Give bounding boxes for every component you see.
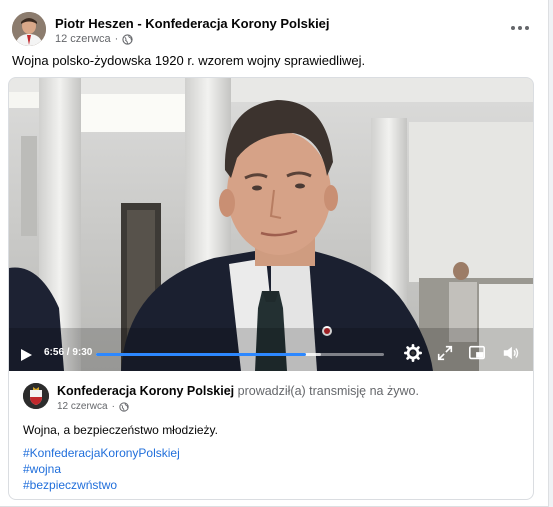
shared-date[interactable]: 12 czerwca [57, 401, 108, 412]
shared-meta: 12 czerwca · [57, 401, 129, 412]
shared-post-info: Konfederacja Korony Polskiej prowadził(a… [9, 371, 533, 499]
author-photo [12, 12, 46, 46]
post-date[interactable]: 12 czerwca [55, 33, 111, 45]
shared-live-post: 6:56 / 9:30 Konfederacja Korony Polskiej… [8, 77, 534, 500]
post-card: Piotr Heszen - Konfederacja Korony Polsk… [0, 0, 549, 507]
meta-separator: · [111, 401, 115, 412]
page-avatar[interactable] [23, 383, 49, 409]
shared-description: Wojna, a bezpieczeństwo młodzieży. [23, 423, 218, 437]
page-logo [23, 383, 49, 409]
video-time: 6:56 / 9:30 [44, 347, 93, 358]
dot [525, 26, 529, 30]
globe-icon [122, 33, 133, 45]
post-text: Wojna polsko-żydowska 1920 r. wzorem woj… [12, 53, 366, 68]
hashtag-list: #KonfederacjaKoronyPolskiej #wojna #bezp… [23, 445, 180, 493]
hashtag-link[interactable]: #wojna [23, 461, 180, 477]
progress-played [96, 353, 307, 356]
gear-icon[interactable] [404, 344, 422, 362]
dot [511, 26, 515, 30]
dot [518, 26, 522, 30]
page-name[interactable]: Konfederacja Korony Polskiej [57, 384, 234, 398]
post-header: Piotr Heszen - Konfederacja Korony Polsk… [12, 12, 536, 48]
picture-in-picture-icon[interactable] [468, 344, 486, 362]
more-dots-icon[interactable] [508, 18, 532, 38]
post-meta: 12 czerwca · [55, 33, 133, 45]
author-name[interactable]: Piotr Heszen - Konfederacja Korony Polsk… [55, 16, 330, 31]
hashtag-link[interactable]: #KonfederacjaKoronyPolskiej [23, 445, 180, 461]
volume-icon[interactable] [502, 344, 520, 362]
page-name-line: Konfederacja Korony Polskiej prowadził(a… [57, 384, 419, 398]
expand-icon[interactable] [436, 344, 454, 362]
video-player[interactable]: 6:56 / 9:30 [9, 78, 533, 371]
video-frame [9, 78, 533, 371]
globe-icon [119, 401, 129, 412]
page-action: prowadził(a) transmisję na żywo. [237, 384, 419, 398]
video-controls: 6:56 / 9:30 [9, 335, 533, 371]
meta-separator: · [114, 33, 119, 45]
progress-bar[interactable] [96, 353, 384, 356]
author-avatar[interactable] [12, 12, 46, 46]
hashtag-link[interactable]: #bezpieczwństwo [23, 477, 180, 493]
play-icon[interactable] [21, 349, 32, 361]
